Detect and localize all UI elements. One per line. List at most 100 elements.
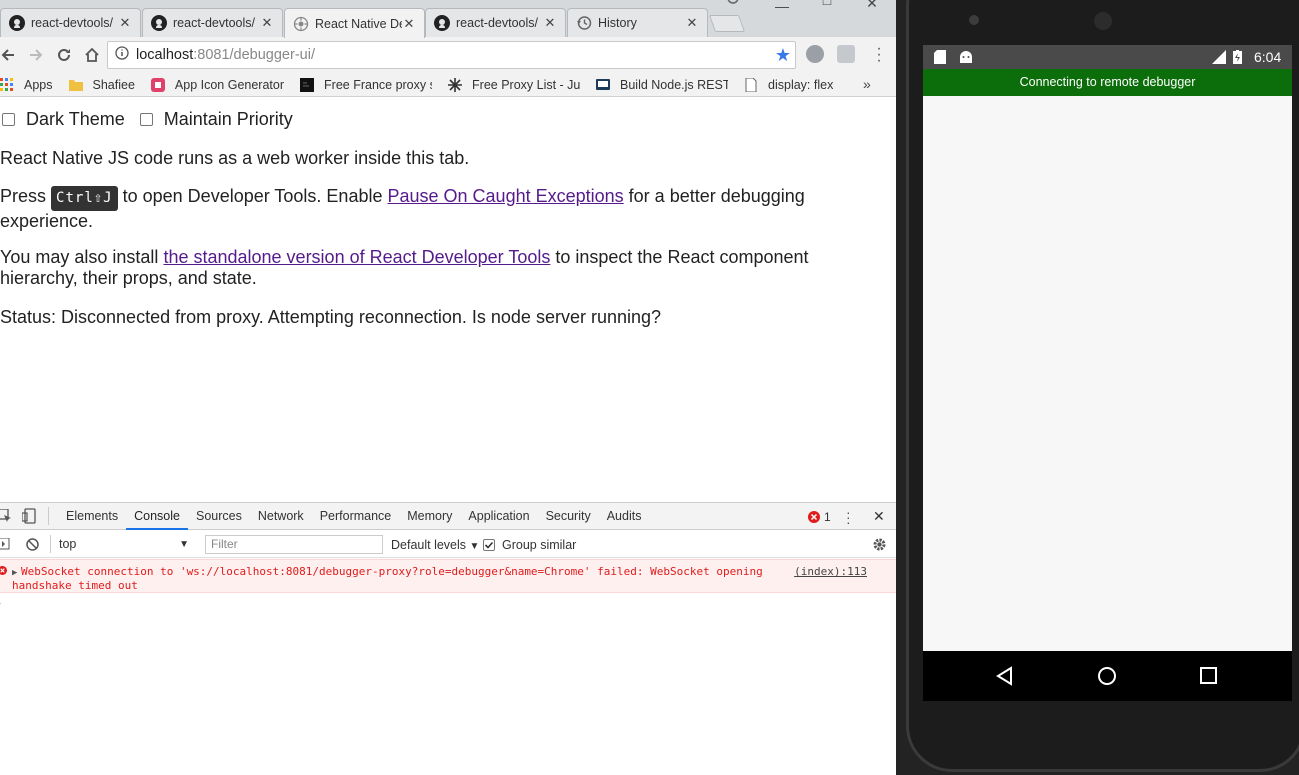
group-similar-label: Group similar xyxy=(502,538,577,552)
pause-on-exceptions-link[interactable]: Pause On Caught Exceptions xyxy=(388,186,624,206)
extension-icon[interactable] xyxy=(806,45,824,63)
devtools-menu-icon[interactable]: · · · xyxy=(846,505,851,529)
error-message-line2: handshake timed out xyxy=(12,579,138,592)
bookmark-label: Shafiee xyxy=(92,77,135,92)
error-source-link[interactable]: (index):113 xyxy=(794,565,867,579)
bookmark-apps[interactable]: Apps xyxy=(0,77,53,92)
clock: 6:04 xyxy=(1254,49,1282,65)
chrome-menu-icon[interactable]: · · · xyxy=(872,41,886,69)
browser-tab-4[interactable]: react-devtools/ ✕ xyxy=(425,8,566,37)
github-icon xyxy=(9,15,25,31)
error-counter[interactable]: 1 xyxy=(808,510,831,524)
devtools-tab-memory[interactable]: Memory xyxy=(399,503,460,530)
codementor-icon xyxy=(596,78,611,90)
debugger-page: Dark Theme Maintain Priority React Nativ… xyxy=(0,98,896,502)
devtools-tab-security[interactable]: Security xyxy=(538,503,599,530)
url-host: localhost xyxy=(136,47,194,63)
reload-icon[interactable] xyxy=(50,41,78,69)
devtools-tab-console[interactable]: Console xyxy=(126,503,188,530)
bookmark-label: Free France proxy se xyxy=(324,77,433,92)
dark-theme-checkbox[interactable] xyxy=(2,113,15,126)
bookmarks-overflow-icon[interactable]: » xyxy=(863,76,871,92)
bookmark-build-nodejs[interactable]: Build Node.js RESTfu xyxy=(596,78,728,92)
extension-icon[interactable] xyxy=(837,45,855,63)
status-text: Status: Disconnected from proxy. Attempt… xyxy=(0,307,662,327)
site-info-icon[interactable] xyxy=(108,46,136,64)
chrome-window: react-devtools/ ✕ react-devtools/ ✕ Reac… xyxy=(0,0,896,775)
maximize-icon[interactable]: □ xyxy=(817,0,837,8)
sd-card-icon xyxy=(934,50,946,64)
close-tab-icon[interactable]: ✕ xyxy=(260,15,274,31)
tab-title: History xyxy=(598,16,637,30)
close-tab-icon[interactable]: ✕ xyxy=(118,15,132,31)
history-icon xyxy=(577,16,592,30)
browser-tab-5[interactable]: History ✕ xyxy=(567,8,708,37)
devtools-tab-application[interactable]: Application xyxy=(460,503,537,530)
bookmark-label: display: flex xyxy=(768,77,834,92)
home-circle-icon[interactable] xyxy=(1097,666,1117,686)
console-error-message[interactable]: ▶ WebSocket connection to 'ws://localhos… xyxy=(0,559,896,593)
tab-title: react-devtools/ xyxy=(173,16,255,30)
bookmark-free-france-proxy[interactable]: Free France proxy se xyxy=(300,77,433,92)
browser-tab-1[interactable]: react-devtools/ ✕ xyxy=(0,8,141,37)
close-tab-icon[interactable]: ✕ xyxy=(402,16,416,32)
back-triangle-icon[interactable] xyxy=(995,666,1015,686)
context-value: top xyxy=(59,537,77,551)
battery-charging-icon xyxy=(1233,50,1242,64)
chevron-down-icon: ▼ xyxy=(179,538,189,550)
console-sidebar-icon[interactable] xyxy=(0,538,10,550)
bookmark-app-icon-generator[interactable]: App Icon Generator xyxy=(150,77,284,92)
devtools-tab-network[interactable]: Network xyxy=(250,503,312,530)
react-native-icon xyxy=(293,16,309,31)
proxy-list-icon xyxy=(448,77,463,92)
devtools-tab-sources[interactable]: Sources xyxy=(188,503,250,530)
bookmark-display-flex[interactable]: display: flex xyxy=(744,77,834,92)
bookmark-label: Free Proxy List - Just xyxy=(472,77,581,92)
home-icon[interactable] xyxy=(78,41,106,69)
devtools-tab-elements[interactable]: Elements xyxy=(58,503,126,530)
bookmark-star-icon[interactable]: ★ xyxy=(775,45,791,66)
minimize-icon[interactable]: — xyxy=(772,0,792,14)
browser-tab-3-active[interactable]: React Native De ✕ xyxy=(284,8,425,38)
forward-arrow-icon[interactable] xyxy=(22,41,50,69)
close-window-icon[interactable]: ✕ xyxy=(862,0,882,12)
console-prompt-icon[interactable]: › xyxy=(0,596,1,610)
github-icon xyxy=(151,15,167,31)
close-tab-icon[interactable]: ✕ xyxy=(543,15,557,31)
console-settings-gear-icon[interactable] xyxy=(872,537,887,552)
bookmark-shafiee[interactable]: Shafiee xyxy=(68,77,135,92)
theme-options: Dark Theme Maintain Priority xyxy=(0,109,293,130)
log-levels-dropdown[interactable]: Default levels ▼ xyxy=(391,538,479,552)
devtools-tab-audits[interactable]: Audits xyxy=(599,503,650,530)
browser-tab-2[interactable]: react-devtools/ ✕ xyxy=(142,8,283,37)
android-debug-icon xyxy=(960,51,972,63)
close-tab-icon[interactable]: ✕ xyxy=(685,15,699,31)
error-message-line1: WebSocket connection to 'ws://localhost:… xyxy=(21,565,763,578)
install-instructions: You may also install the standalone vers… xyxy=(0,247,850,289)
back-arrow-icon[interactable] xyxy=(0,41,22,69)
expand-triangle-icon[interactable]: ▶ xyxy=(12,566,17,580)
group-similar-option[interactable]: Group similar xyxy=(483,538,576,552)
install-prefix: You may also install xyxy=(0,247,159,267)
bookmark-free-proxy-list[interactable]: Free Proxy List - Just xyxy=(448,77,581,92)
app-icon-generator-icon xyxy=(150,77,165,92)
context-selector[interactable]: top ▼ xyxy=(59,537,189,551)
bookmark-label: Build Node.js RESTfu xyxy=(620,77,729,92)
device-toolbar-icon[interactable] xyxy=(22,508,36,524)
devtools-tab-performance[interactable]: Performance xyxy=(312,503,400,530)
chevron-down-icon: ▼ xyxy=(469,541,480,552)
tab-title: react-devtools/ xyxy=(456,16,538,30)
recents-square-icon[interactable] xyxy=(1200,667,1218,685)
close-devtools-icon[interactable]: ✕ xyxy=(873,508,885,525)
maintain-priority-checkbox[interactable] xyxy=(139,113,153,126)
tab-title: React Native De xyxy=(315,16,402,31)
profile-icon[interactable] xyxy=(725,0,741,6)
android-nav-bar xyxy=(923,651,1292,701)
inspect-element-icon[interactable] xyxy=(0,509,12,523)
address-bar[interactable]: localhost:8081/debugger-ui/ ★ xyxy=(107,41,796,69)
new-tab-button[interactable] xyxy=(708,15,746,32)
standalone-devtools-link[interactable]: the standalone version of React Develope… xyxy=(163,247,550,267)
console-filter-input[interactable]: Filter xyxy=(205,535,383,554)
folder-icon xyxy=(68,79,83,91)
clear-console-icon[interactable] xyxy=(26,537,39,551)
